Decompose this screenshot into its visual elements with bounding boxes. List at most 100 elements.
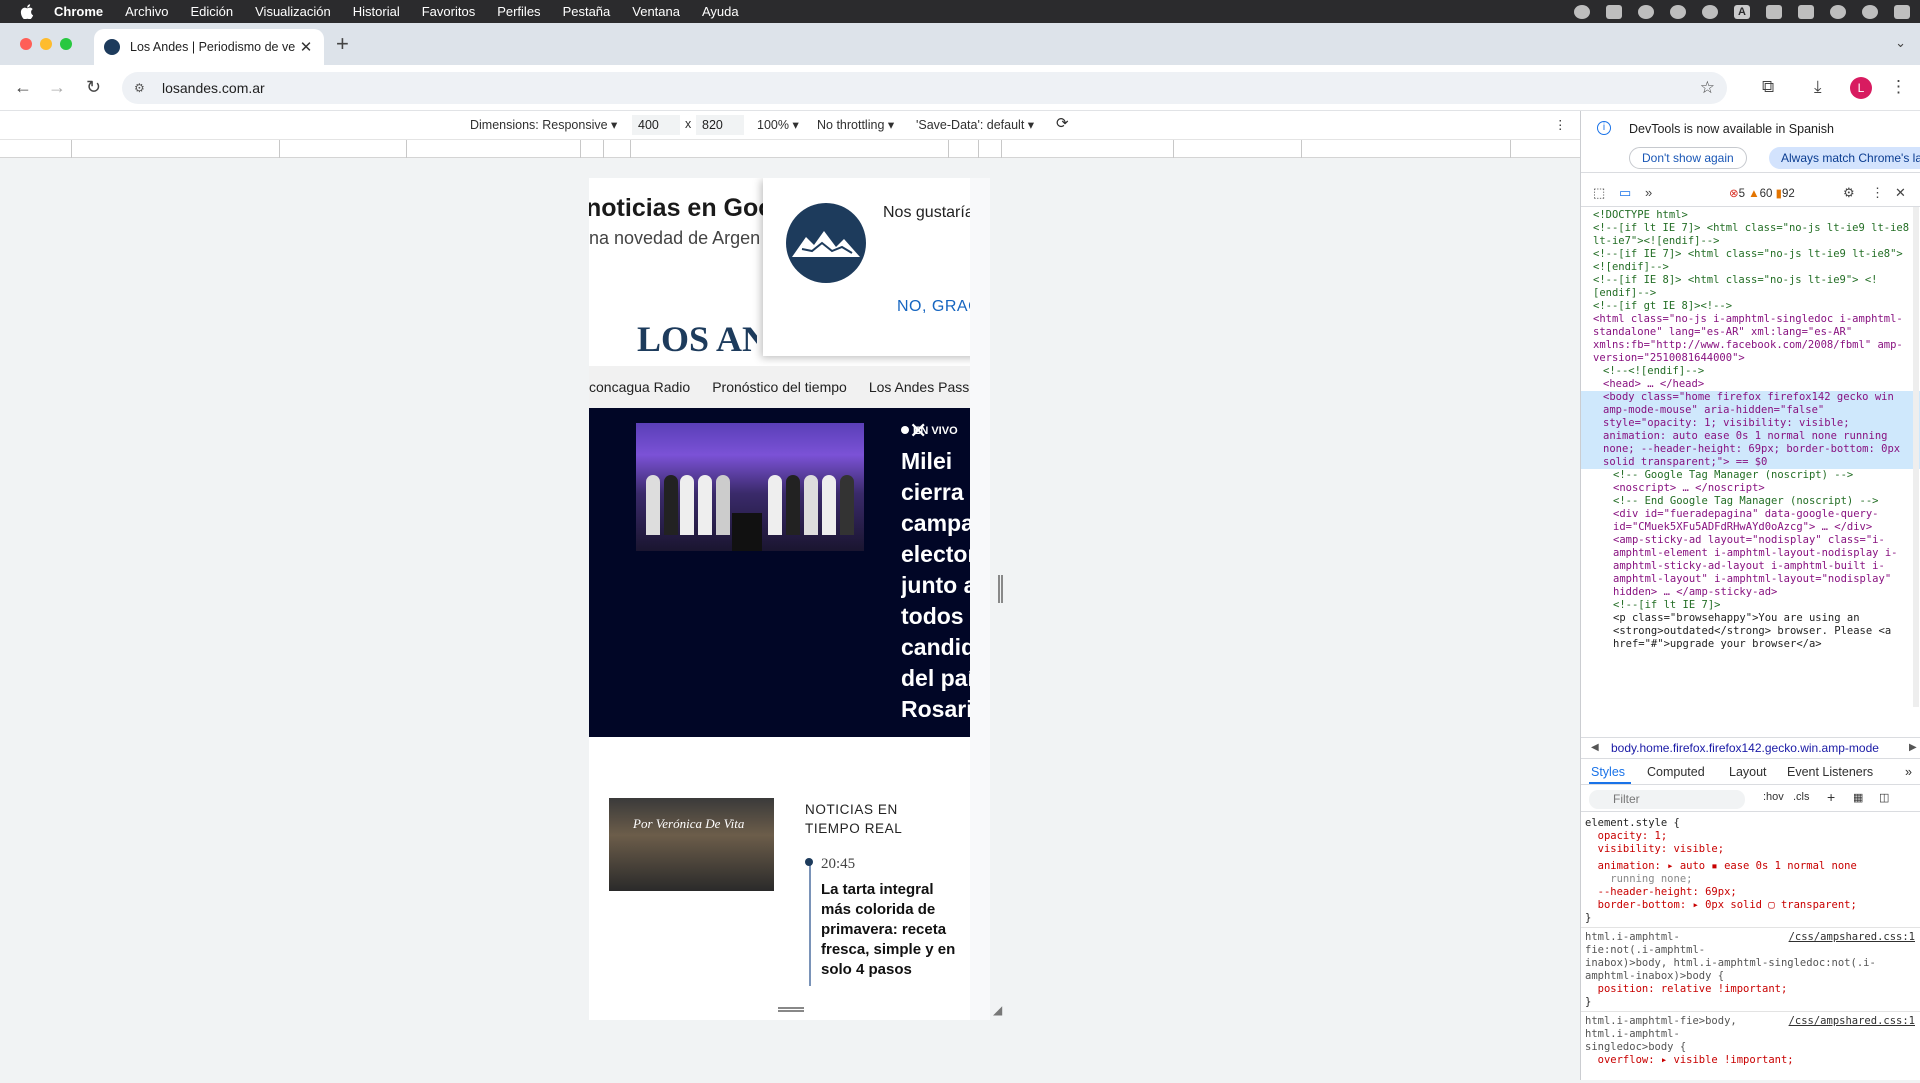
- url-text[interactable]: losandes.com.ar: [162, 80, 265, 96]
- class-toggle-button[interactable]: .cls: [1793, 791, 1810, 803]
- more-panels-icon[interactable]: »: [1645, 185, 1652, 200]
- rotate-icon[interactable]: ⟳: [1056, 114, 1069, 132]
- menu-perfiles[interactable]: Perfiles: [497, 4, 540, 19]
- chrome-menu-icon[interactable]: ⋮: [1890, 77, 1907, 97]
- nav-link-radio[interactable]: concagua Radio: [589, 379, 690, 395]
- paint-icon[interactable]: ▦: [1853, 791, 1863, 804]
- menu-historial[interactable]: Historial: [353, 4, 400, 19]
- input-source-icon[interactable]: A: [1734, 4, 1750, 19]
- bluetooth-off-icon[interactable]: [1766, 4, 1782, 19]
- menu-ventana[interactable]: Ventana: [632, 4, 680, 19]
- resize-handle-right[interactable]: [998, 575, 1003, 603]
- menu-edicion[interactable]: Edición: [190, 4, 233, 19]
- dom-line[interactable]: <!--[if gt IE 8]><!-->: [1593, 300, 1732, 313]
- elements-tree[interactable]: <!DOCTYPE html> <!--[if lt IE 7]> <html …: [1581, 207, 1920, 737]
- devtools-menu-icon[interactable]: ⋮: [1871, 185, 1884, 201]
- bookmark-star-icon[interactable]: ☆: [1700, 78, 1715, 98]
- hero-photo[interactable]: [636, 423, 864, 551]
- viewport-width-input[interactable]: [632, 115, 680, 135]
- style-line[interactable]: opacity: 1;: [1585, 830, 1668, 843]
- save-data-dropdown[interactable]: 'Save-Data': default ▾: [916, 117, 1034, 132]
- clipboard-icon[interactable]: [1606, 4, 1622, 19]
- dom-line[interactable]: <html class="no-js i-amphtml-singledoc i…: [1593, 313, 1911, 365]
- dom-line[interactable]: <!--[if lt IE 7]> <html class="no-js lt-…: [1593, 222, 1911, 248]
- omnibox[interactable]: ⚙ losandes.com.ar ☆: [122, 72, 1727, 104]
- resize-handle-bottom[interactable]: [778, 1007, 804, 1012]
- dom-line[interactable]: <!-- End Google Tag Manager (noscript) -…: [1613, 495, 1879, 508]
- menu-app-name[interactable]: Chrome: [54, 4, 103, 19]
- dom-line[interactable]: <head> … </head>: [1603, 378, 1704, 391]
- profile-avatar[interactable]: L: [1850, 77, 1872, 99]
- dont-show-again-button[interactable]: Don't show again: [1629, 147, 1747, 169]
- media-query-ruler[interactable]: [0, 139, 1580, 158]
- forward-button[interactable]: →: [48, 77, 66, 97]
- style-line[interactable]: position: relative !important;: [1585, 983, 1788, 996]
- apple-logo-icon[interactable]: [20, 4, 34, 19]
- close-tab-icon[interactable]: ✕: [298, 38, 314, 56]
- viewport-height-input[interactable]: [696, 115, 744, 135]
- tab-los-andes[interactable]: Los Andes | Periodismo de ve ✕: [94, 29, 324, 65]
- dom-line[interactable]: <!--[if IE 7]> <html class="no-js lt-ie9…: [1593, 248, 1911, 274]
- more-tabs-icon[interactable]: »: [1905, 765, 1912, 779]
- reload-button[interactable]: ↻: [86, 77, 101, 97]
- style-line[interactable]: border-bottom: ▸ 0px solid ▢ transparent…: [1585, 899, 1857, 912]
- style-source-link[interactable]: /css/ampshared.css:1: [1789, 931, 1915, 944]
- elements-scrollbar[interactable]: [1913, 207, 1919, 707]
- wifi-icon[interactable]: [1830, 4, 1846, 19]
- menu-pestana[interactable]: Pestaña: [563, 4, 611, 19]
- new-rule-icon[interactable]: +: [1827, 789, 1835, 805]
- sync-status-icon[interactable]: [1574, 4, 1590, 19]
- styles-filter-input[interactable]: Filter: [1589, 790, 1745, 809]
- throttling-dropdown[interactable]: No throttling ▾: [817, 117, 894, 132]
- close-devtools-icon[interactable]: ✕: [1895, 185, 1906, 201]
- los-andes-logo[interactable]: LOS ANDES: [637, 318, 757, 360]
- battery-icon[interactable]: [1798, 4, 1814, 19]
- dom-line[interactable]: <p class="browsehappy">You are using an …: [1613, 612, 1911, 651]
- tab-event-listeners[interactable]: Event Listeners: [1787, 765, 1873, 779]
- device-toolbar-menu-icon[interactable]: ⋮: [1554, 117, 1567, 132]
- settings-gear-icon[interactable]: ⚙: [1843, 185, 1855, 201]
- always-match-button[interactable]: Always match Chrome's la: [1769, 147, 1920, 169]
- media-play-icon[interactable]: [1702, 4, 1718, 19]
- control-center-icon[interactable]: [1894, 4, 1910, 19]
- inspect-element-icon[interactable]: ⬚: [1593, 185, 1605, 201]
- tab-layout[interactable]: Layout: [1729, 765, 1767, 779]
- dom-breadcrumb[interactable]: ◀ body.home.firefox.firefox142.gecko.win…: [1581, 737, 1920, 759]
- dom-line[interactable]: <!--<![endif]-->: [1603, 365, 1704, 378]
- style-line[interactable]: visibility: visible;: [1585, 843, 1724, 856]
- breadcrumb-left-arrow[interactable]: ◀: [1591, 738, 1599, 758]
- device-toggle-icon[interactable]: ▭: [1619, 185, 1631, 201]
- style-source-link[interactable]: /css/ampshared.css:1: [1789, 1015, 1915, 1028]
- dom-line[interactable]: <amp-sticky-ad layout="nodisplay" class=…: [1613, 534, 1911, 599]
- nav-link-pass[interactable]: Los Andes Pass: [869, 379, 969, 395]
- dom-line[interactable]: <!DOCTYPE html>: [1593, 209, 1688, 222]
- menu-favoritos[interactable]: Favoritos: [422, 4, 475, 19]
- dom-line[interactable]: <!--[if IE 8]> <html class="no-js lt-ie9…: [1593, 274, 1911, 300]
- hover-state-button[interactable]: :hov: [1763, 791, 1784, 803]
- nav-link-weather[interactable]: Pronóstico del tiempo: [712, 379, 847, 395]
- close-window-button[interactable]: [20, 38, 32, 50]
- resize-corner-icon[interactable]: ◢: [993, 1003, 1002, 1017]
- new-tab-button[interactable]: +: [336, 33, 349, 55]
- downloads-icon[interactable]: ⤓: [1814, 77, 1822, 97]
- tab-computed[interactable]: Computed: [1647, 765, 1705, 779]
- google-news-banner[interactable]: noticias en Goo na novedad de Argen: [589, 178, 779, 258]
- dom-line[interactable]: <!-- Google Tag Manager (noscript) -->: [1613, 469, 1853, 482]
- close-live-icon[interactable]: ✕: [909, 418, 927, 444]
- dimensions-dropdown[interactable]: Dimensions: Responsive ▾: [470, 117, 617, 132]
- vpn-icon[interactable]: [1638, 4, 1654, 19]
- breadcrumb-right-arrow[interactable]: ▶: [1909, 738, 1917, 758]
- site-settings-icon[interactable]: ⚙: [134, 81, 150, 95]
- realtime-headline[interactable]: La tarta integral más colorida de primav…: [821, 880, 961, 980]
- focus-icon[interactable]: [1670, 4, 1686, 19]
- sidebar-toggle-icon[interactable]: ◫: [1879, 791, 1889, 804]
- zoom-dropdown[interactable]: 100% ▾: [757, 117, 799, 132]
- story-thumbnail[interactable]: Por Verónica De Vita: [609, 798, 774, 891]
- style-line[interactable]: --header-height: 69px;: [1585, 886, 1737, 899]
- issue-counts[interactable]: ⊗5 ▲60 ▮92: [1729, 186, 1795, 200]
- back-button[interactable]: ←: [14, 77, 32, 97]
- dom-line[interactable]: <div id="fueradepagina" data-google-quer…: [1613, 508, 1911, 534]
- menu-archivo[interactable]: Archivo: [125, 4, 168, 19]
- menu-ayuda[interactable]: Ayuda: [702, 4, 739, 19]
- minimize-window-button[interactable]: [40, 38, 52, 50]
